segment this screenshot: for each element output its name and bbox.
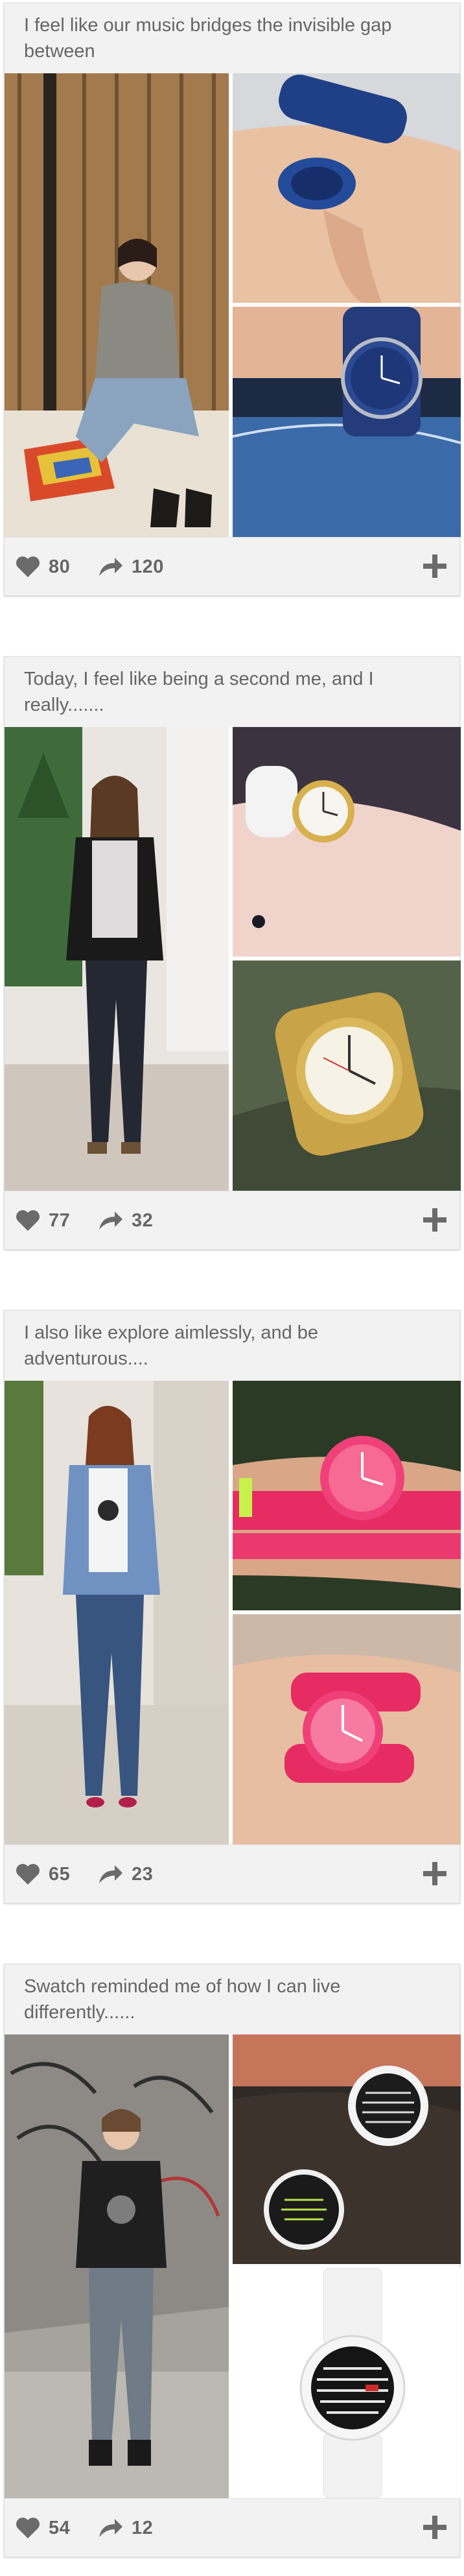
like-button[interactable]: 54 bbox=[15, 2514, 70, 2542]
watch-photo[interactable] bbox=[233, 73, 461, 303]
heart-icon bbox=[15, 555, 41, 578]
post-footer: 80 120 bbox=[5, 537, 459, 595]
post-feed: I feel like our music bridges the invisi… bbox=[0, 0, 464, 2576]
fashion-photo[interactable] bbox=[5, 73, 229, 537]
share-button[interactable]: 120 bbox=[98, 553, 164, 580]
share-button[interactable]: 32 bbox=[98, 1207, 153, 1234]
share-count: 23 bbox=[132, 1863, 154, 1885]
watch-photo[interactable] bbox=[233, 960, 461, 1191]
watch-photo[interactable] bbox=[233, 1614, 461, 1844]
share-button[interactable]: 12 bbox=[98, 2514, 153, 2542]
like-count: 54 bbox=[49, 2517, 71, 2538]
heart-icon bbox=[15, 2516, 41, 2540]
share-count: 12 bbox=[132, 2517, 154, 2538]
post-card: I feel like our music bridges the invisi… bbox=[4, 3, 461, 596]
watch-photo[interactable] bbox=[233, 1381, 461, 1610]
post-card: I also like explore aimlessly, and be ad… bbox=[4, 1310, 461, 1903]
post-media bbox=[5, 2034, 461, 2498]
post-footer: 77 32 bbox=[5, 1191, 459, 1249]
post-caption: I feel like our music bridges the invisi… bbox=[5, 3, 459, 73]
post-media bbox=[5, 1381, 461, 1844]
share-button[interactable]: 23 bbox=[98, 1861, 153, 1888]
share-arrow-icon bbox=[98, 2516, 124, 2540]
like-count: 65 bbox=[49, 1863, 71, 1885]
post-card: Swatch reminded me of how I can live dif… bbox=[4, 1964, 461, 2557]
like-button[interactable]: 77 bbox=[15, 1207, 70, 1234]
watch-photo[interactable] bbox=[233, 2268, 461, 2498]
post-caption: Swatch reminded me of how I can live dif… bbox=[5, 1964, 459, 2034]
post-caption: Today, I feel like being a second me, an… bbox=[5, 657, 459, 727]
like-count: 80 bbox=[49, 556, 71, 577]
share-arrow-icon bbox=[98, 1209, 124, 1232]
share-arrow-icon bbox=[98, 555, 124, 578]
watch-photo[interactable] bbox=[233, 2034, 461, 2264]
post-media bbox=[5, 727, 461, 1191]
post-caption: I also like explore aimlessly, and be ad… bbox=[5, 1311, 459, 1381]
post-footer: 54 12 bbox=[5, 2498, 459, 2557]
add-button[interactable] bbox=[422, 1207, 448, 1233]
share-count: 32 bbox=[132, 1210, 154, 1231]
plus-icon bbox=[423, 1208, 447, 1232]
plus-icon bbox=[423, 555, 447, 578]
post-media bbox=[5, 73, 461, 537]
post-footer: 65 23 bbox=[5, 1844, 459, 1903]
fashion-photo[interactable] bbox=[5, 727, 229, 1191]
heart-icon bbox=[15, 1209, 41, 1232]
post-card: Today, I feel like being a second me, an… bbox=[4, 656, 461, 1250]
heart-icon bbox=[15, 1863, 41, 1886]
like-button[interactable]: 80 bbox=[15, 553, 70, 580]
add-button[interactable] bbox=[422, 2514, 448, 2540]
plus-icon bbox=[423, 1862, 447, 1885]
add-button[interactable] bbox=[422, 1861, 448, 1887]
watch-photo[interactable] bbox=[233, 307, 461, 537]
add-button[interactable] bbox=[422, 553, 448, 579]
like-button[interactable]: 65 bbox=[15, 1861, 70, 1888]
fashion-photo[interactable] bbox=[5, 2034, 229, 2498]
like-count: 77 bbox=[49, 1210, 71, 1231]
fashion-photo[interactable] bbox=[5, 1381, 229, 1844]
share-arrow-icon bbox=[98, 1863, 124, 1886]
plus-icon bbox=[423, 2516, 447, 2539]
watch-photo[interactable] bbox=[233, 727, 461, 957]
share-count: 120 bbox=[132, 556, 164, 577]
